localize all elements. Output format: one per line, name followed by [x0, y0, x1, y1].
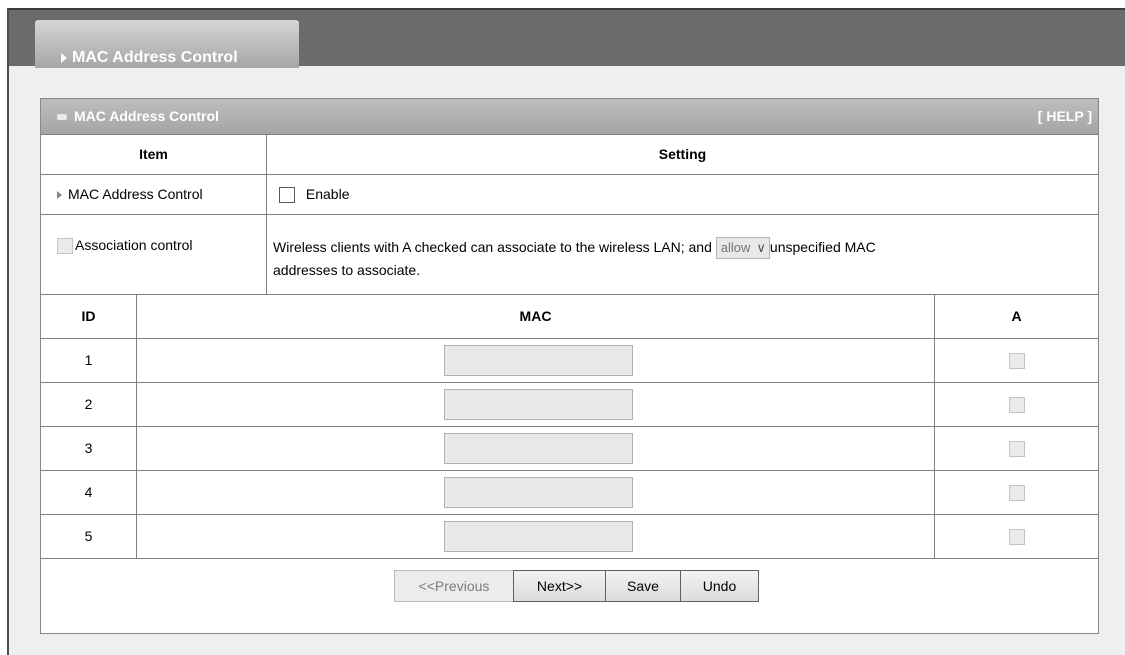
divider [934, 383, 935, 426]
association-text-after: unspecified MAC [769, 239, 876, 255]
row-id: 1 [84, 352, 93, 368]
divider [934, 427, 935, 470]
triangle-right-icon [57, 191, 62, 200]
mac-header-a: A [1011, 308, 1022, 324]
mac-input-1[interactable] [444, 345, 633, 376]
divider [136, 383, 137, 426]
association-label-cell: Association control [57, 237, 193, 257]
association-text-before: Wireless clients with A checked can asso… [273, 239, 712, 255]
panel-title: MAC Address Control [74, 108, 219, 124]
association-policy-value: allow [720, 240, 751, 256]
association-text-line2: addresses to associate. [273, 262, 421, 279]
allow-checkbox-3[interactable] [1009, 441, 1025, 457]
panel-header: MAC Address Control [ HELP ] [41, 99, 1098, 134]
column-header-row: Item Setting [41, 134, 1098, 174]
enable-checkbox[interactable] [279, 187, 295, 204]
row-id: 4 [84, 484, 93, 500]
enable-label: Enable [305, 186, 350, 202]
column-header-item: Item [139, 146, 168, 162]
divider [934, 515, 935, 558]
mac-input-4[interactable] [444, 477, 633, 508]
divider [136, 427, 137, 470]
undo-button[interactable]: Undo [680, 570, 759, 602]
divider [136, 339, 137, 382]
bullet-icon [57, 114, 67, 120]
row-id: 3 [84, 440, 93, 456]
button-row: <<Previous Next>> Save Undo [41, 558, 1098, 634]
mac-control-label-cell: MAC Address Control [41, 175, 266, 214]
mac-control-panel: MAC Address Control [ HELP ] Item Settin… [40, 98, 1099, 634]
mac-header-mac: MAC [519, 308, 552, 324]
main-frame: MAC Address Control MAC Address Control … [7, 8, 1125, 655]
page-tab-label: MAC Address Control [72, 49, 238, 66]
mac-control-label: MAC Address Control [68, 186, 203, 202]
divider [266, 215, 267, 294]
association-checkbox[interactable] [57, 238, 73, 255]
triangle-right-icon [61, 53, 67, 63]
association-label: Association control [75, 237, 193, 253]
mac-table-header-row: ID MAC A [41, 294, 1098, 338]
top-bar: MAC Address Control [9, 8, 1125, 68]
allow-checkbox-2[interactable] [1009, 397, 1025, 413]
allow-checkbox-1[interactable] [1009, 353, 1025, 369]
save-button[interactable]: Save [605, 570, 681, 602]
allow-checkbox-5[interactable] [1009, 529, 1025, 545]
mac-input-2[interactable] [444, 389, 633, 420]
column-header-setting: Setting [658, 146, 707, 162]
row-id: 5 [84, 528, 93, 544]
help-link[interactable]: [ HELP ] [1038, 108, 1092, 124]
table-row: 4 [41, 470, 1098, 514]
table-row: 5 [41, 514, 1098, 558]
allow-checkbox-4[interactable] [1009, 485, 1025, 501]
page-tab: MAC Address Control [35, 20, 299, 68]
table-row: 1 [41, 338, 1098, 382]
divider [136, 515, 137, 558]
divider [934, 339, 935, 382]
mac-header-id: ID [81, 308, 96, 324]
divider [934, 471, 935, 514]
mac-control-row: MAC Address Control Enable [41, 174, 1098, 214]
row-id: 2 [84, 396, 93, 412]
mac-input-3[interactable] [444, 433, 633, 464]
table-row: 3 [41, 426, 1098, 470]
table-row: 2 [41, 382, 1098, 426]
previous-button[interactable]: <<Previous [394, 570, 514, 602]
divider [266, 175, 267, 214]
mac-input-5[interactable] [444, 521, 633, 552]
mac-control-setting-cell: Enable [279, 175, 349, 214]
divider [136, 471, 137, 514]
association-row: Association control Wireless clients wit… [41, 214, 1098, 294]
association-policy-select[interactable]: allow ∨ [715, 237, 770, 260]
chevron-down-icon: ∨ [756, 240, 766, 256]
next-button[interactable]: Next>> [513, 570, 606, 602]
